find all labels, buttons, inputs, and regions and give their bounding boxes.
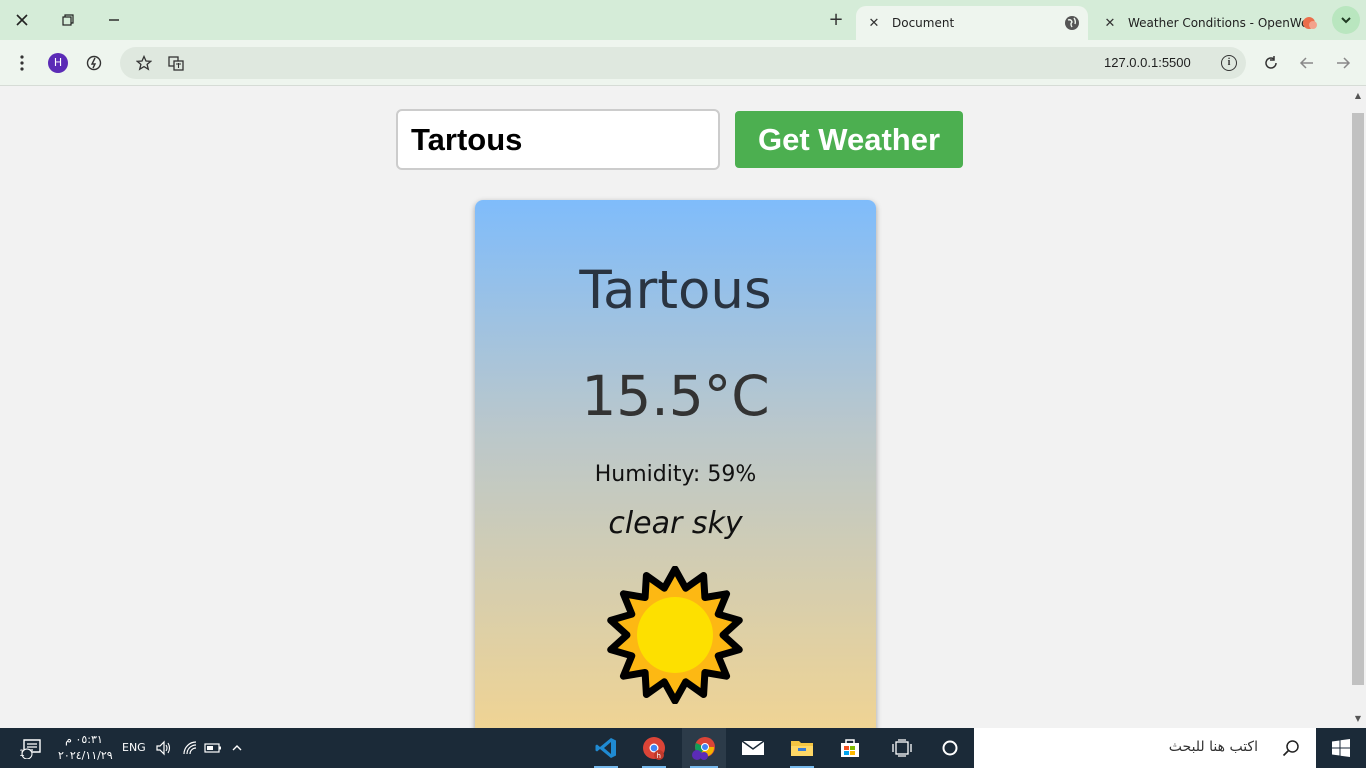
scroll-down-arrow-icon[interactable]: ▼ <box>1350 712 1366 726</box>
mail-taskbar-icon[interactable] <box>733 728 773 768</box>
weather-description: clear sky <box>608 506 743 541</box>
site-info-icon[interactable]: i <box>1221 55 1237 71</box>
chrome-profile-hh-taskbar-icon[interactable] <box>682 728 726 768</box>
get-weather-button[interactable]: Get Weather <box>735 111 963 168</box>
search-placeholder: اكتب هنا للبحث <box>1168 739 1258 755</box>
wifi-icon[interactable] <box>180 728 200 768</box>
tab-title: Document <box>892 16 955 30</box>
weather-card: Tartous 15.5°C Humidity: 59% clear sky <box>475 200 876 728</box>
address-bar[interactable] <box>120 47 1246 79</box>
close-window-icon[interactable] <box>10 8 34 32</box>
tab-search-button[interactable] <box>1332 6 1360 34</box>
cortana-icon[interactable] <box>930 728 970 768</box>
taskbar-search-box[interactable]: اكتب هنا للبحث <box>974 728 1316 768</box>
battery-icon[interactable] <box>203 728 223 768</box>
minimize-window-icon[interactable] <box>102 8 126 32</box>
tab-title: Weather Conditions - OpenWea <box>1128 16 1306 30</box>
volume-icon[interactable] <box>154 728 172 768</box>
scroll-up-arrow-icon[interactable]: ▲ <box>1350 89 1366 103</box>
windows-logo-icon <box>1332 739 1350 757</box>
translate-icon[interactable] <box>165 52 187 74</box>
scroll-thumb[interactable] <box>1352 113 1364 685</box>
svg-text:h: h <box>657 752 661 760</box>
performance-icon[interactable] <box>83 52 105 74</box>
sun-icon <box>606 565 744 705</box>
reload-icon[interactable] <box>1260 52 1282 74</box>
city-name: Tartous <box>579 260 772 321</box>
back-arrow-icon[interactable] <box>1296 52 1318 74</box>
chevron-down-icon <box>1341 17 1351 24</box>
profile-avatar[interactable]: H <box>48 53 68 73</box>
show-hidden-icons-chevron-icon[interactable] <box>228 728 246 768</box>
sun-core <box>637 597 713 673</box>
notification-center-icon[interactable]: 1 <box>14 728 50 768</box>
openweather-favicon-icon <box>1302 15 1318 31</box>
vscode-taskbar-icon[interactable] <box>586 728 626 768</box>
tab-document[interactable]: ✕ Document <box>856 6 1088 40</box>
restore-window-icon[interactable] <box>56 8 80 32</box>
close-tab-icon[interactable]: ✕ <box>1102 16 1118 31</box>
start-button[interactable] <box>1316 728 1366 768</box>
new-tab-button[interactable]: + <box>824 8 848 32</box>
humidity: Humidity: 59% <box>594 462 757 487</box>
input-language[interactable]: ENG <box>122 741 146 754</box>
system-clock[interactable]: ٠٥:٣١ م ٢٠٢٤/١١/٢٩ <box>58 732 113 764</box>
microsoft-store-taskbar-icon[interactable] <box>830 728 870 768</box>
tab-strip: + ✕ Document ✕ Weather Conditions - Open… <box>0 0 1366 40</box>
search-icon <box>1282 739 1300 761</box>
vertical-scrollbar[interactable]: ▲ ▼ <box>1350 87 1366 728</box>
city-input[interactable] <box>396 109 720 170</box>
bookmark-star-icon[interactable] <box>133 52 155 74</box>
chrome-profile-h-taskbar-icon[interactable]: h <box>634 728 674 768</box>
close-tab-icon[interactable]: ✕ <box>866 16 882 31</box>
menu-kebab-icon[interactable] <box>11 52 33 74</box>
clock-date: ٢٠٢٤/١١/٢٩ <box>58 749 113 762</box>
notification-count: 1 <box>19 749 25 759</box>
temperature: 15.5°C <box>581 364 770 428</box>
file-explorer-taskbar-icon[interactable] <box>782 728 822 768</box>
url-text[interactable]: 127.0.0.1:5500 <box>1104 55 1191 70</box>
globe-icon <box>1064 15 1080 31</box>
task-view-icon[interactable] <box>882 728 922 768</box>
tab-weather-conditions[interactable]: ✕ Weather Conditions - OpenWea <box>1092 6 1324 40</box>
clock-time: ٠٥:٣١ م <box>65 733 103 746</box>
page-viewport: Get Weather Tartous 15.5°C Humidity: 59%… <box>0 87 1350 728</box>
forward-arrow-icon[interactable] <box>1332 52 1354 74</box>
